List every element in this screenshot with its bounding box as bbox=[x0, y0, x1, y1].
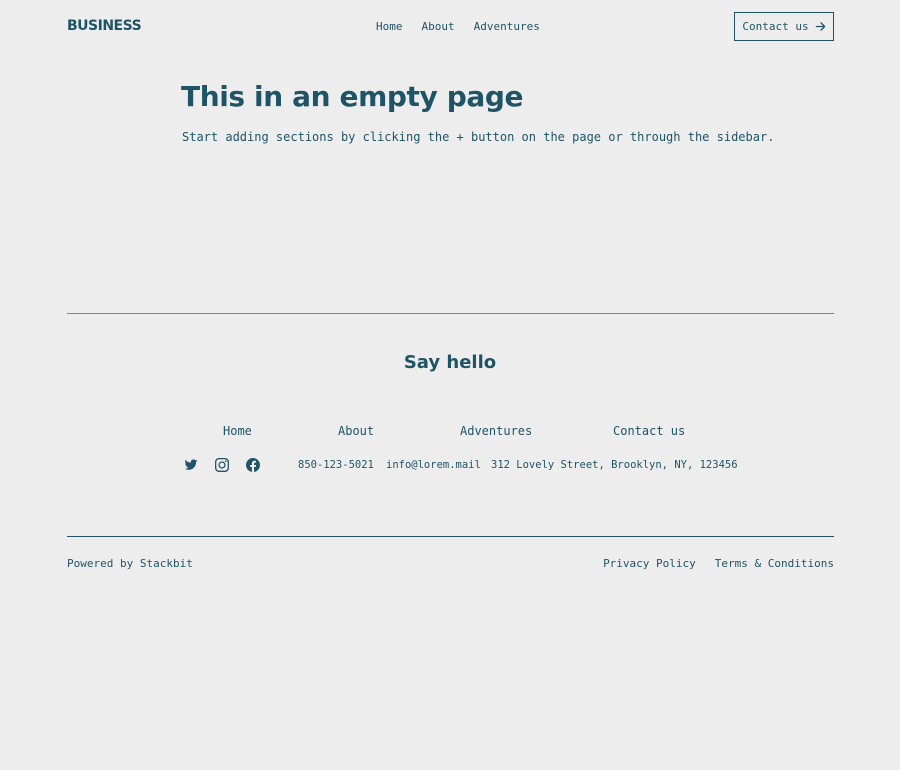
contact-us-button[interactable]: Contact us bbox=[734, 12, 834, 41]
site-header: BUSINESS Home About Adventures Contact u… bbox=[67, 12, 834, 41]
footer-divider bbox=[67, 536, 834, 537]
footer-heading: Say hello bbox=[403, 352, 497, 373]
footer-address: 312 Lovely Street, Brooklyn, NY, 123456 bbox=[491, 459, 738, 471]
legal-links: Privacy Policy Terms & Conditions bbox=[603, 557, 834, 570]
footer-nav-contact-link[interactable]: Contact us bbox=[613, 424, 685, 438]
footer-phone[interactable]: 850-123-5021 bbox=[298, 459, 374, 471]
arrow-right-icon bbox=[815, 22, 825, 31]
privacy-policy-link[interactable]: Privacy Policy bbox=[603, 557, 696, 570]
site-logo[interactable]: BUSINESS bbox=[67, 18, 142, 34]
nav-about-link[interactable]: About bbox=[422, 20, 455, 33]
footer-nav-home-link[interactable]: Home bbox=[223, 424, 252, 438]
footer-email[interactable]: info@lorem.mail bbox=[386, 459, 481, 471]
footer-nav-adventures-link[interactable]: Adventures bbox=[460, 424, 532, 438]
page-subtitle: Start adding sections by clicking the + … bbox=[182, 130, 775, 144]
powered-by-text[interactable]: Powered by Stackbit bbox=[67, 557, 193, 570]
facebook-icon[interactable] bbox=[246, 457, 261, 472]
footer-nav-about-link[interactable]: About bbox=[338, 424, 374, 438]
header-nav: Home About Adventures bbox=[376, 20, 540, 33]
contact-us-label: Contact us bbox=[742, 20, 809, 33]
terms-conditions-link[interactable]: Terms & Conditions bbox=[715, 557, 834, 570]
nav-adventures-link[interactable]: Adventures bbox=[474, 20, 540, 33]
page-title: This in an empty page bbox=[181, 80, 524, 113]
instagram-icon[interactable] bbox=[215, 457, 229, 472]
nav-home-link[interactable]: Home bbox=[376, 20, 403, 33]
content-divider bbox=[67, 313, 834, 314]
twitter-icon[interactable] bbox=[184, 457, 198, 471]
